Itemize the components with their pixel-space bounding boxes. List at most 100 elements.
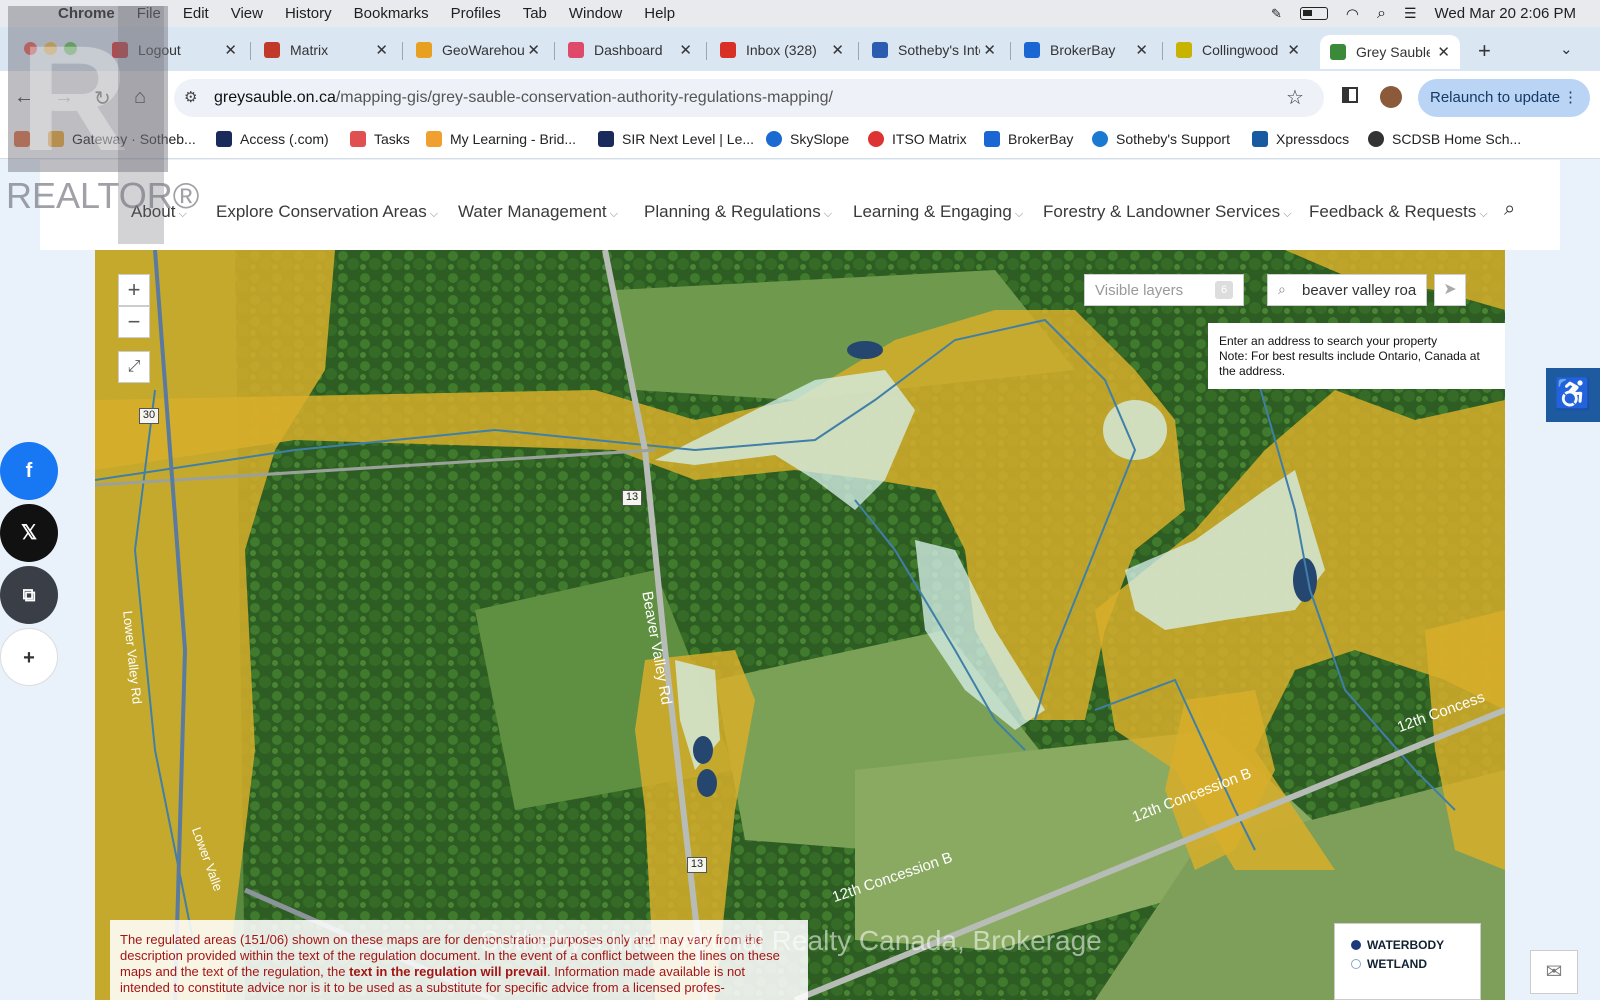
contact-mail-button[interactable]: ✉	[1530, 950, 1578, 994]
tab-inbox[interactable]: Inbox (328) ✕	[720, 37, 844, 63]
bookmark-label: SkySlope	[790, 131, 850, 147]
side-panel-icon[interactable]	[1342, 87, 1358, 103]
bookmark-tasks[interactable]: Tasks	[350, 131, 410, 147]
close-tab-icon[interactable]: ✕	[983, 41, 996, 59]
relaunch-button[interactable]: Relaunch to update ⋮	[1418, 79, 1590, 117]
tab-collingwood[interactable]: Collingwood ✕	[1176, 37, 1300, 63]
tab-label: Dashboard	[594, 42, 663, 58]
bookmark-label: Xpressdocs	[1276, 131, 1350, 147]
bookmark-label: Tasks	[374, 131, 410, 147]
tab-divider	[858, 42, 859, 60]
close-tab-icon[interactable]: ✕	[831, 41, 844, 59]
search-icon[interactable]: ⌕	[1377, 5, 1386, 23]
battery-icon[interactable]	[1299, 7, 1328, 20]
tab-grey-sauble[interactable]: Grey Sauble ✕	[1320, 35, 1460, 69]
send-arrow-icon: ➤	[1443, 281, 1457, 298]
close-tab-icon[interactable]: ✕	[1287, 41, 1300, 59]
tab-label: Grey Sauble	[1356, 44, 1430, 60]
route-shield-13-south: 13	[687, 857, 707, 873]
tab-label: Collingwood	[1202, 42, 1279, 58]
svg-text:R: R	[20, 14, 128, 182]
itso-bookmark-icon	[868, 131, 884, 147]
visible-layers-control[interactable]: Visible layers 6	[1084, 274, 1244, 306]
bookmark-scdsb[interactable]: SCDSB Home Sch...	[1368, 131, 1521, 147]
bookmark-label: BrokerBay	[1008, 131, 1074, 147]
copy-link-button[interactable]: ⧉	[0, 566, 58, 624]
x-share-button[interactable]: 𝕏	[0, 504, 58, 562]
map-legend: WATERBODY WETLAND	[1334, 923, 1481, 1000]
menu-history[interactable]: History	[285, 5, 332, 22]
bookmark-my-learning[interactable]: My Learning - Brid...	[426, 131, 576, 147]
grey-sauble-favicon-icon	[1330, 44, 1346, 60]
site-search-icon[interactable]: ⌕	[1504, 198, 1515, 221]
menubar-clock[interactable]: Wed Mar 20 2:06 PM	[1435, 5, 1576, 22]
menu-bookmarks[interactable]: Bookmarks	[354, 5, 429, 22]
profile-avatar[interactable]	[1380, 86, 1402, 108]
close-tab-icon[interactable]: ✕	[1135, 41, 1148, 59]
xpressdocs-bookmark-icon	[1252, 131, 1268, 147]
wifi-icon[interactable]: ◠	[1346, 5, 1359, 23]
tab-divider	[554, 42, 555, 60]
tab-divider	[1010, 42, 1011, 60]
tab-label: BrokerBay	[1050, 42, 1116, 58]
menu-tab[interactable]: Tab	[523, 5, 547, 22]
locate-button[interactable]: ➤	[1434, 274, 1466, 306]
close-tab-icon[interactable]: ✕	[224, 41, 237, 59]
zoom-in-button[interactable]: +	[118, 274, 150, 306]
menu-help[interactable]: Help	[644, 5, 675, 22]
zoom-out-button[interactable]: −	[118, 306, 150, 338]
layers-count-badge: 6	[1215, 281, 1233, 299]
tab-geowarehouse[interactable]: GeoWarehouse ✕	[416, 37, 540, 63]
menu-window[interactable]: Window	[569, 5, 622, 22]
realtor-logo: R REALTOR®	[6, 6, 199, 244]
close-tab-icon[interactable]: ✕	[527, 41, 540, 59]
close-tab-icon[interactable]: ✕	[679, 41, 692, 59]
close-tab-icon[interactable]: ✕	[375, 41, 388, 59]
close-tab-icon[interactable]: ✕	[1437, 43, 1450, 61]
tab-label: Inbox (328)	[746, 42, 817, 58]
nav-feedback-requests[interactable]: Feedback & Requests	[1309, 202, 1488, 222]
tab-matrix[interactable]: Matrix ✕	[264, 37, 388, 63]
accessibility-button[interactable]: ♿	[1546, 368, 1600, 422]
mail-icon: ✉	[1545, 961, 1563, 983]
brokerage-watermark: Sotheby's International Realty Canada, B…	[480, 925, 1102, 956]
nav-explore-conservation-areas[interactable]: Explore Conservation Areas	[216, 202, 438, 222]
bookmark-label: ITSO Matrix	[892, 131, 967, 147]
bookmark-label: SCDSB Home Sch...	[1392, 131, 1522, 147]
url-text[interactable]: greysauble.on.ca/mapping-gis/grey-sauble…	[214, 89, 833, 107]
legend-label: WETLAND	[1367, 957, 1427, 971]
fullscreen-button[interactable]: ⤢	[118, 351, 150, 383]
nav-forestry-landowner-services[interactable]: Forestry & Landowner Services	[1043, 202, 1292, 222]
address-search-input[interactable]: ⌕ beaver valley roa	[1267, 274, 1427, 306]
tab-search-icon[interactable]: ⌄	[1560, 40, 1573, 58]
bookmark-access[interactable]: Access (.com)	[216, 131, 329, 147]
facebook-share-button[interactable]: f	[0, 442, 58, 500]
menu-view[interactable]: View	[231, 5, 263, 22]
tab-dashboard[interactable]: Dashboard ✕	[568, 37, 692, 63]
waterbody-swatch	[1351, 940, 1361, 950]
dashboard-favicon-icon	[568, 42, 584, 58]
pen-icon[interactable]: ✎	[1271, 6, 1282, 22]
bookmark-itso-matrix[interactable]: ITSO Matrix	[868, 131, 967, 147]
new-tab-icon[interactable]: +	[1478, 38, 1491, 64]
search-tooltip: Enter an address to search your property…	[1208, 323, 1505, 389]
nav-planning-regulations[interactable]: Planning & Regulations	[644, 202, 832, 222]
macos-menubar: Chrome File Edit View History Bookmarks …	[0, 0, 1600, 27]
bookmark-skyslope[interactable]: SkySlope	[766, 131, 849, 147]
route-shield-13: 13	[622, 490, 642, 506]
more-menu-icon[interactable]: ⋮	[1563, 88, 1578, 106]
nav-water-management[interactable]: Water Management	[458, 202, 618, 222]
tab-sothebys[interactable]: Sotheby's International ✕	[872, 37, 996, 63]
nav-learning-engaging[interactable]: Learning & Engaging	[853, 202, 1023, 222]
menu-profiles[interactable]: Profiles	[451, 5, 501, 22]
layers-label: Visible layers	[1095, 282, 1184, 299]
bookmark-sothebys-support[interactable]: Sotheby's Support	[1092, 131, 1230, 147]
more-share-button[interactable]: +	[0, 628, 58, 686]
bookmark-star-icon[interactable]: ☆	[1286, 85, 1304, 110]
bookmark-brokerbay[interactable]: BrokerBay	[984, 131, 1073, 147]
tab-brokerbay[interactable]: BrokerBay ✕	[1024, 37, 1148, 63]
control-center-icon[interactable]: ☰	[1404, 5, 1417, 22]
bookmark-xpressdocs[interactable]: Xpressdocs	[1252, 131, 1349, 147]
url-host: greysauble.on.ca	[214, 89, 336, 106]
bookmark-sir-next-level[interactable]: SIR Next Level | Le...	[598, 131, 754, 147]
